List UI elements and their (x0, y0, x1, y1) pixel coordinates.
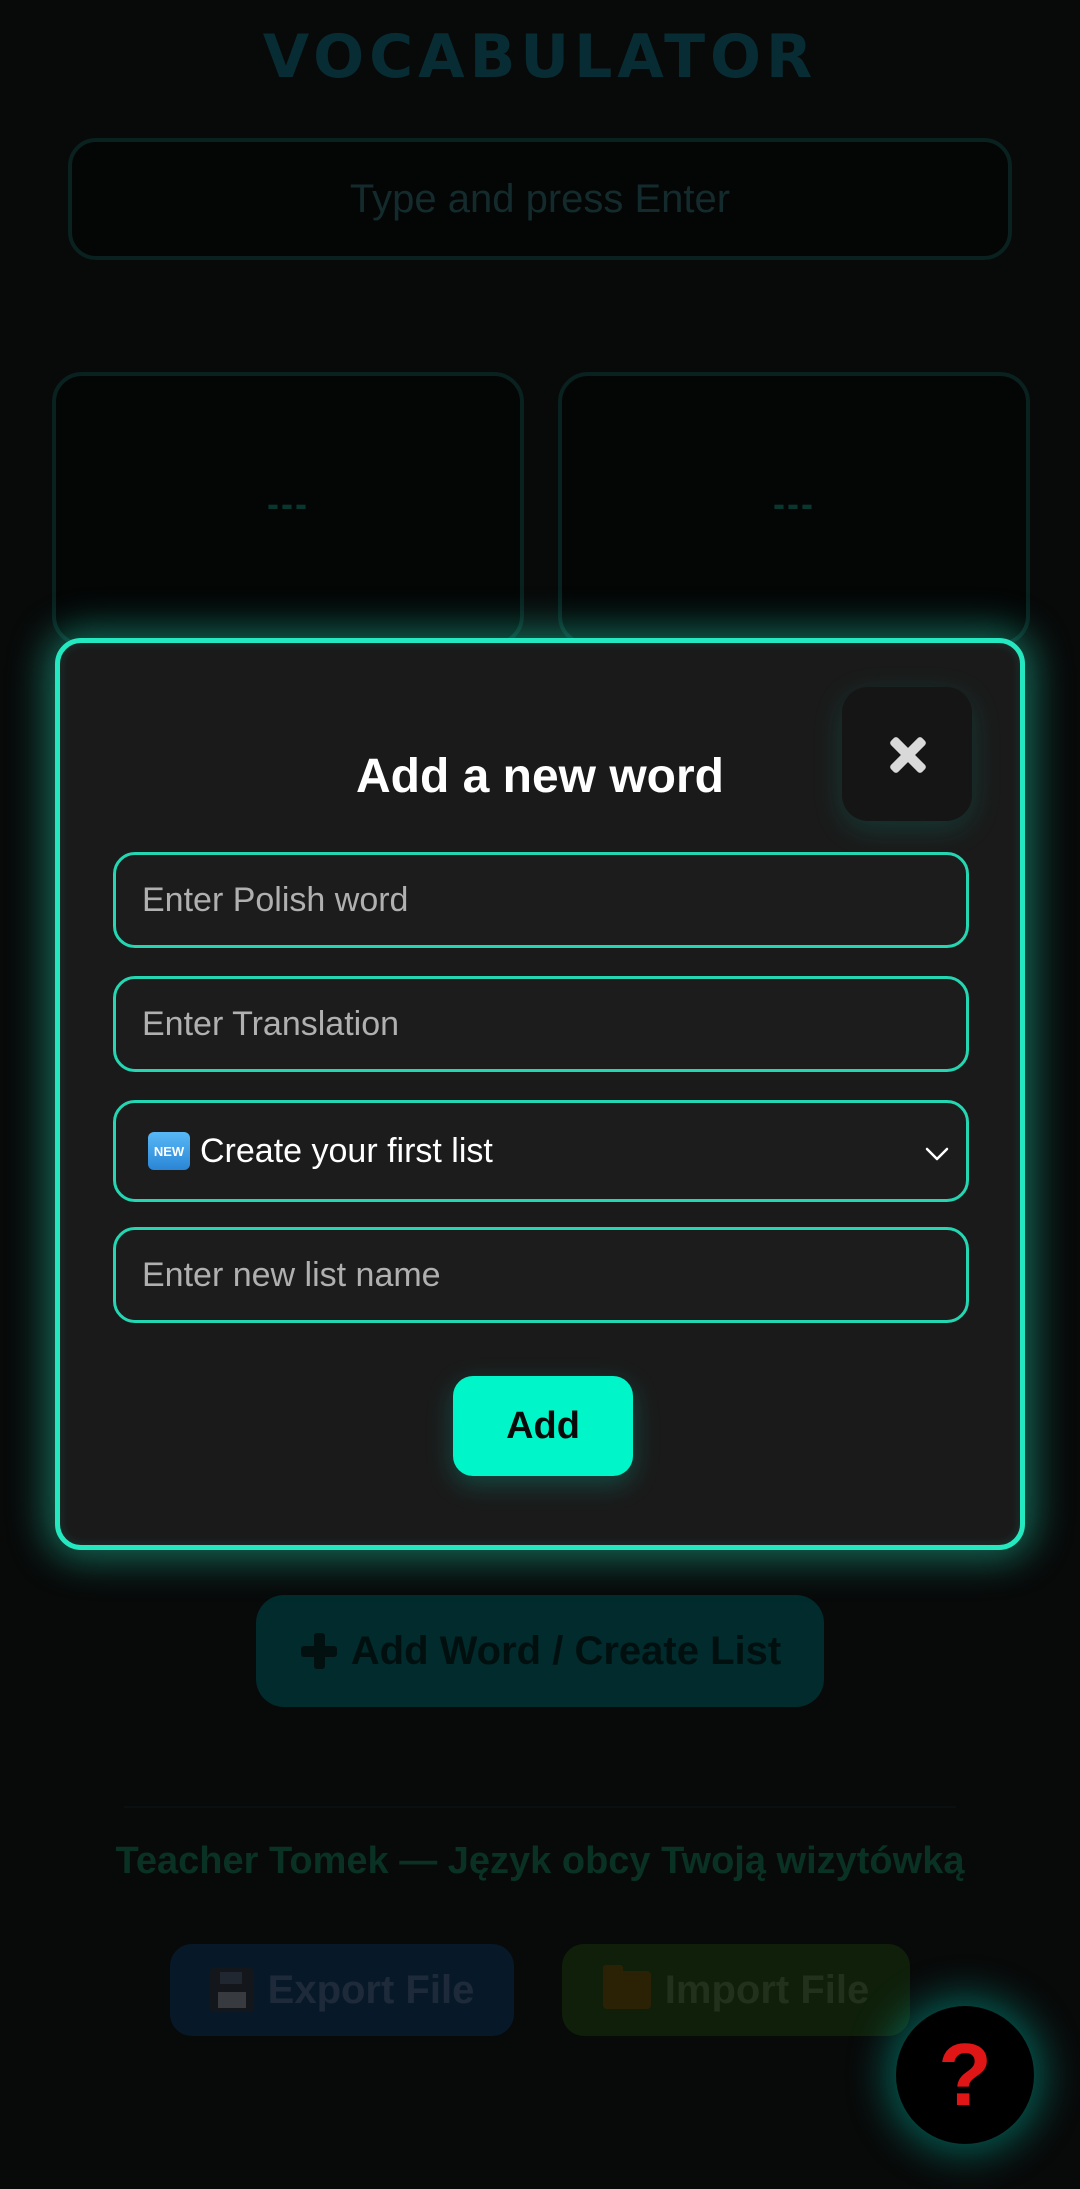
list-select-value: Create your first list (200, 1131, 493, 1170)
question-mark-icon: ? (938, 2025, 992, 2124)
add-button[interactable]: Add (453, 1376, 633, 1476)
add-word-modal: Add a new word Enter Polish word Enter T… (55, 638, 1025, 1550)
help-button[interactable]: ? (896, 2006, 1034, 2144)
list-select[interactable]: NEW Create your first list (113, 1100, 969, 1202)
new-badge-icon: NEW (148, 1132, 190, 1170)
translation-placeholder: Enter Translation (142, 1004, 400, 1043)
new-list-name-placeholder: Enter new list name (142, 1255, 441, 1294)
polish-word-input[interactable]: Enter Polish word (113, 852, 969, 948)
modal-title: Add a new word (355, 750, 724, 803)
new-list-name-input[interactable]: Enter new list name (113, 1227, 969, 1323)
polish-word-placeholder: Enter Polish word (142, 880, 409, 919)
chevron-down-icon (925, 1147, 949, 1161)
translation-input[interactable]: Enter Translation (113, 976, 969, 1072)
